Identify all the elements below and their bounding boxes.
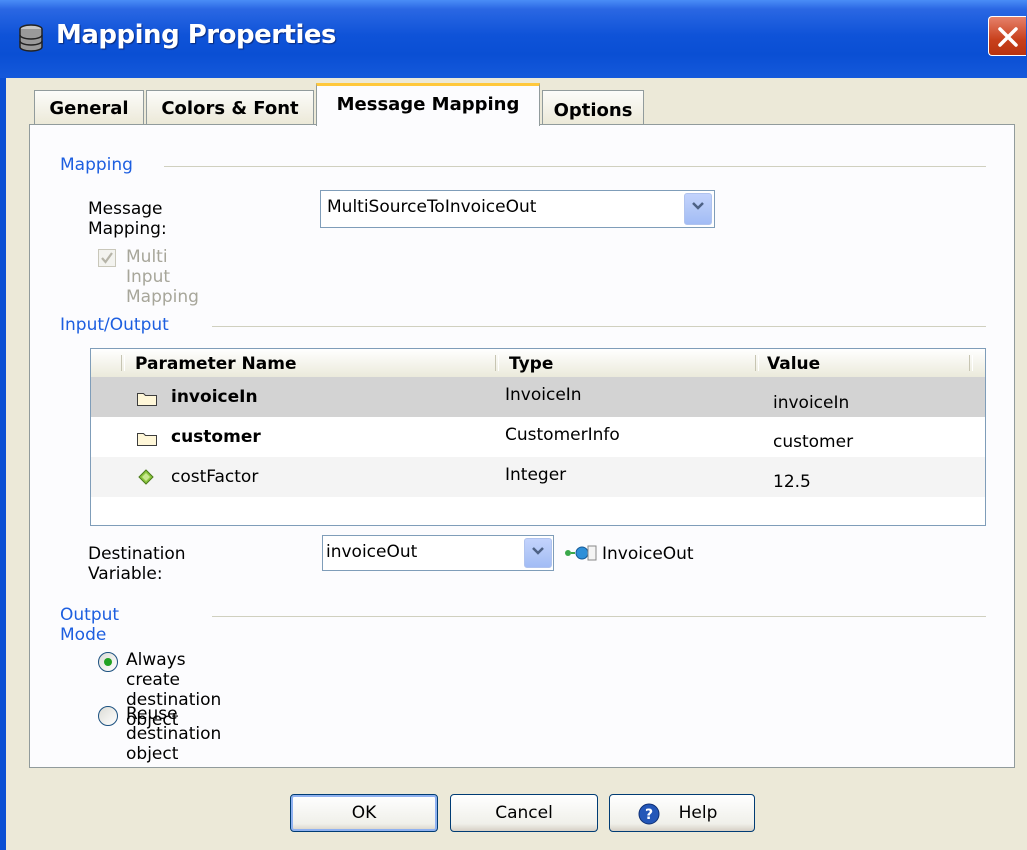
tab-message-mapping[interactable]: Message Mapping — [316, 83, 540, 126]
chevron-down-icon — [532, 547, 544, 555]
type-cell: CustomerInfo — [505, 425, 620, 445]
cancel-button[interactable]: Cancel — [450, 794, 598, 832]
tab-options[interactable]: Options — [542, 90, 644, 124]
multi-input-label: Multi Input Mapping — [126, 247, 199, 307]
value-cell[interactable]: invoiceIn — [773, 393, 849, 413]
input-output-group-label: Input/Output — [60, 315, 169, 335]
destination-variable-value: invoiceOut — [326, 542, 418, 562]
help-button[interactable]: ? Help — [609, 794, 755, 832]
checkmark-icon — [101, 252, 113, 264]
ok-button-label: OK — [351, 803, 377, 823]
multi-input-checkbox[interactable] — [98, 249, 116, 267]
table-row[interactable]: invoiceIn InvoiceIn invoiceIn — [91, 377, 985, 417]
parameter-name-cell: invoiceIn — [171, 387, 258, 407]
close-icon — [998, 27, 1018, 47]
diamond-icon — [138, 469, 154, 485]
database-icon — [19, 24, 43, 52]
group-divider — [212, 616, 986, 617]
message-mapping-value: MultiSourceToInvoiceOut — [327, 197, 537, 217]
column-header-type[interactable]: Type — [509, 354, 553, 374]
window-frame — [0, 78, 6, 850]
close-button[interactable] — [988, 16, 1026, 56]
parameter-name-cell: customer — [171, 427, 261, 447]
reuse-destination-radio[interactable] — [98, 706, 118, 726]
radio-selected-dot — [104, 658, 112, 666]
ok-button[interactable]: OK — [290, 794, 438, 832]
column-separator — [121, 355, 125, 371]
help-button-label: Help — [678, 803, 718, 823]
mapping-group-label: Mapping — [60, 155, 133, 175]
type-cell: InvoiceIn — [505, 385, 582, 405]
dropdown-button[interactable] — [684, 193, 712, 225]
table-row[interactable]: costFactor Integer 12.5 — [91, 457, 985, 497]
destination-type-label: InvoiceOut — [602, 544, 694, 564]
reuse-destination-label[interactable]: Reuse destination object — [126, 704, 221, 764]
title-bar[interactable]: Mapping Properties — [0, 0, 1027, 78]
table-row[interactable]: customer CustomerInfo customer — [91, 417, 985, 457]
dropdown-button[interactable] — [524, 538, 552, 568]
tab-colors-font[interactable]: Colors & Font — [146, 90, 314, 124]
group-divider — [164, 166, 986, 167]
tab-general[interactable]: General — [34, 90, 144, 124]
window-title: Mapping Properties — [56, 20, 336, 50]
data-object-icon — [565, 545, 597, 561]
output-mode-group-label: Output Mode — [60, 605, 120, 645]
table-header: Parameter Name Type Value — [91, 349, 985, 378]
folder-icon — [137, 433, 157, 446]
parameter-name-cell: costFactor — [171, 467, 259, 487]
chevron-down-icon — [692, 202, 704, 210]
group-divider — [212, 326, 986, 327]
cancel-button-label: Cancel — [495, 803, 553, 823]
svg-text:?: ? — [645, 807, 653, 823]
destination-variable-label: Destination Variable: — [88, 544, 186, 584]
value-cell[interactable]: 12.5 — [773, 472, 811, 492]
destination-variable-dropdown[interactable]: invoiceOut — [322, 535, 554, 571]
column-separator — [755, 355, 759, 371]
parameter-table[interactable]: Parameter Name Type Value invoiceIn Invo… — [90, 348, 986, 526]
message-mapping-label: Message Mapping: — [88, 199, 167, 239]
folder-icon — [137, 393, 157, 406]
help-icon: ? — [638, 803, 660, 825]
message-mapping-dropdown[interactable]: MultiSourceToInvoiceOut — [320, 190, 715, 228]
type-cell: Integer — [505, 465, 567, 485]
always-create-radio[interactable] — [98, 652, 118, 672]
column-header-value[interactable]: Value — [767, 354, 820, 374]
column-header-parameter-name[interactable]: Parameter Name — [135, 354, 296, 374]
value-cell[interactable]: customer — [773, 432, 853, 452]
column-separator — [495, 355, 499, 371]
column-separator — [969, 355, 973, 371]
